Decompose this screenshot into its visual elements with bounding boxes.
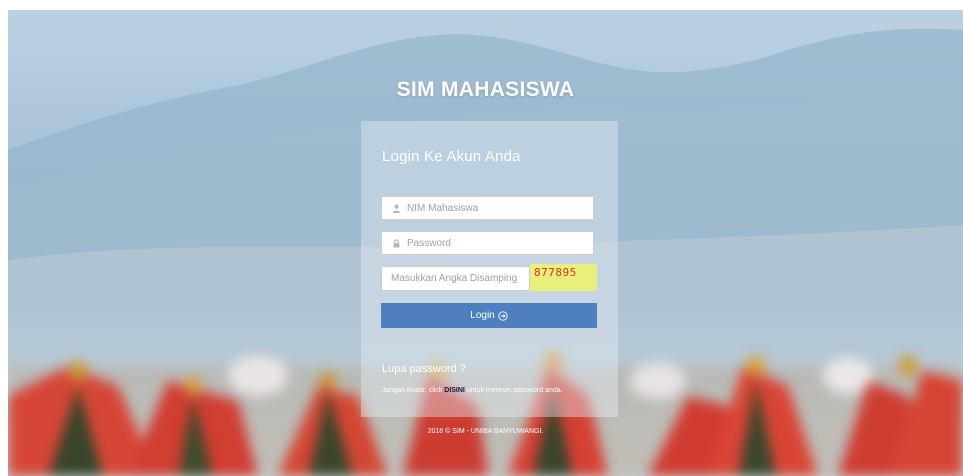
forgot-password-text: Jangan Kuatir, click DISINI untuk merese… <box>382 385 597 396</box>
forgot-text-before: Jangan Kuatir, click <box>382 387 445 394</box>
login-page: SIM MAHASISWA Login Ke Akun Anda NIM Mah… <box>8 10 963 476</box>
footer-copyright: 2018 © SIM - UNIBA BANYUWANGI. <box>427 428 544 435</box>
captcha-code: 877895 <box>534 266 577 279</box>
reset-password-link[interactable]: DISINI <box>444 387 465 394</box>
login-card: Login Ke Akun Anda NIM Mahasiswa Passwor… <box>361 121 618 417</box>
login-heading: Login Ke Akun Anda <box>382 148 521 165</box>
arrow-circle-right-icon <box>498 310 508 321</box>
password-placeholder: Password <box>407 237 451 249</box>
captcha-image: 877895 <box>530 264 597 291</box>
app-title: SIM MAHASISWA <box>396 78 575 101</box>
lock-icon <box>391 238 401 248</box>
user-icon <box>391 203 401 213</box>
forgot-password-heading: Lupa password ? <box>382 363 466 375</box>
forgot-text-after: untuk mereset password anda. <box>464 387 563 394</box>
login-button-label: Login <box>470 310 495 321</box>
captcha-input[interactable]: Masukkan Angka Disamping <box>381 266 530 291</box>
captcha-placeholder: Masukkan Angka Disamping <box>391 273 518 284</box>
login-button[interactable]: Login <box>381 303 597 328</box>
nim-placeholder: NIM Mahasiswa <box>407 202 479 214</box>
nim-field[interactable]: NIM Mahasiswa <box>381 196 594 220</box>
password-field[interactable]: Password <box>381 231 594 255</box>
